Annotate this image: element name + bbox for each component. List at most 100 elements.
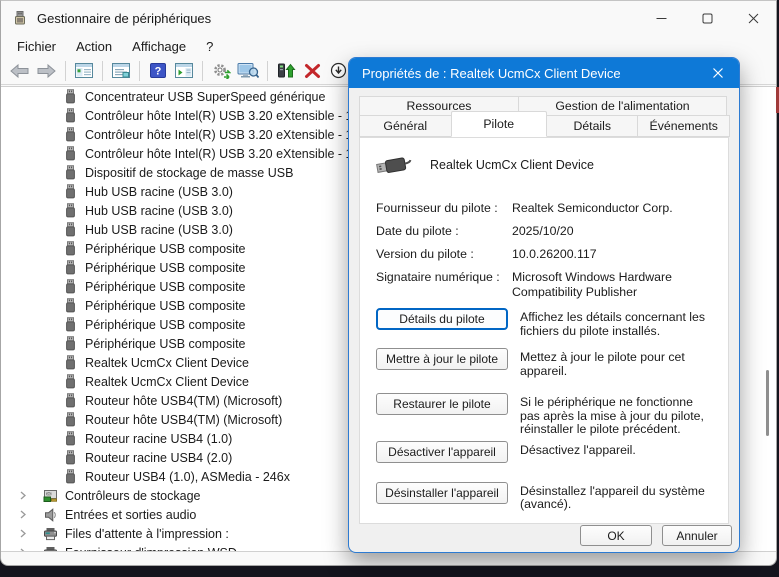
usb-device-icon: [62, 127, 78, 142]
window-title: Gestionnaire de périphériques: [37, 11, 211, 26]
printer-icon: [42, 527, 58, 541]
usb-device-icon: [62, 89, 78, 104]
chevron-right-icon[interactable]: [19, 529, 33, 538]
usb-device-icon: [62, 355, 78, 370]
info-value: 10.0.26200.117: [512, 247, 714, 262]
forward-icon: [36, 63, 57, 79]
console-tree-button[interactable]: [72, 59, 96, 83]
usb-device-icon: [62, 184, 78, 199]
action-row: Désactiver l'appareil Désactivez l'appare…: [376, 441, 714, 463]
cancel-button[interactable]: Annuler: [662, 525, 732, 546]
tab-evenements[interactable]: Événements: [637, 115, 730, 137]
chevron-right-icon[interactable]: [19, 510, 33, 519]
device-manager-icon: [12, 10, 28, 26]
menu-affichage[interactable]: Affichage: [122, 37, 196, 56]
tree-item-label: Files d'attente à l'impression :: [63, 527, 231, 541]
tree-item-label: Contrôleur hôte Intel(R) USB 3.20 eXtens…: [83, 147, 372, 161]
action-row: Détails du pilote Affichez les détails co…: [376, 308, 714, 338]
window-controls: [638, 1, 776, 35]
usb-connector-icon: [376, 155, 412, 175]
ok-button[interactable]: OK: [580, 525, 652, 546]
uninstall-device-icon: [304, 63, 321, 79]
dialog-title: Propriétés de : Realtek UcmCx Client Dev…: [362, 66, 621, 81]
usb-device-icon: [62, 203, 78, 218]
tree-item-label: Routeur racine USB4 (1.0): [83, 432, 234, 446]
usb-device-icon: [62, 374, 78, 389]
usb-device-icon: [62, 108, 78, 123]
action-row: Mettre à jour le pilote Mettez à jour le …: [376, 348, 714, 378]
mettre-a-jour-le-pilote-button[interactable]: Mettre à jour le pilote: [376, 348, 508, 370]
tab-pilote[interactable]: Pilote: [451, 111, 547, 137]
tab-strip: RessourcesGestion de l'alimentation Géné…: [359, 96, 729, 139]
console-tree-icon: [75, 63, 93, 78]
action-description: Désinstallez l'appareil du système (avan…: [520, 482, 714, 512]
properties-dialog: Propriétés de : Realtek UcmCx Client Dev…: [348, 57, 740, 553]
action-row: Désinstaller l'appareil Désinstallez l'ap…: [376, 482, 714, 512]
toolbar-separator: [139, 61, 140, 81]
disable-device-button[interactable]: [326, 59, 350, 83]
back-button[interactable]: [7, 59, 32, 83]
desinstaller-l-appareil-button[interactable]: Désinstaller l'appareil: [376, 482, 508, 504]
action-description: Désactivez l'appareil.: [520, 441, 714, 458]
details-du-pilote-button[interactable]: Détails du pilote: [376, 308, 508, 330]
properties-button[interactable]: [109, 59, 133, 83]
minimize-button[interactable]: [638, 1, 684, 35]
info-value: Realtek Semiconductor Corp.: [512, 201, 714, 216]
tree-item-label: Routeur racine USB4 (2.0): [83, 451, 234, 465]
chevron-right-icon[interactable]: [19, 548, 33, 552]
tree-item-label: Contrôleurs de stockage: [63, 489, 203, 503]
usb-device-icon: [62, 317, 78, 332]
help-button[interactable]: ?: [146, 59, 170, 83]
maximize-button[interactable]: [684, 1, 730, 35]
dialog-close-button[interactable]: [697, 58, 739, 88]
action-pane-button[interactable]: [172, 59, 196, 83]
uninstall-device-button[interactable]: [300, 59, 324, 83]
toolbar-separator: [202, 61, 203, 81]
action-description: Affichez les détails concernant les fich…: [520, 308, 714, 338]
update-driver-button[interactable]: [274, 59, 298, 83]
desactiver-l-appareil-button[interactable]: Désactiver l'appareil: [376, 441, 508, 463]
properties-icon: [112, 63, 130, 78]
device-name: Realtek UcmCx Client Device: [430, 158, 594, 172]
menu-aide[interactable]: ?: [196, 37, 223, 56]
dialog-footer: OK Annuler: [580, 525, 732, 546]
info-value: 2025/10/20: [512, 224, 714, 239]
restaurer-le-pilote-button[interactable]: Restaurer le pilote: [376, 393, 508, 415]
scrollbar-thumb[interactable]: [766, 370, 769, 436]
usb-device-icon: [62, 336, 78, 351]
tree-item-label: Realtek UcmCx Client Device: [83, 356, 251, 370]
help-icon: ?: [150, 63, 166, 78]
scan-hardware-button[interactable]: [209, 59, 233, 83]
tree-item-label: Périphérique USB composite: [83, 318, 248, 332]
tab-details[interactable]: Détails: [546, 115, 639, 137]
usb-device-icon: [62, 165, 78, 180]
tree-scrollbar[interactable]: [763, 287, 773, 531]
tab-general[interactable]: Général: [359, 115, 452, 137]
disable-device-icon: [330, 62, 347, 79]
titlebar: Gestionnaire de périphériques: [1, 1, 776, 35]
dialog-titlebar: Propriétés de : Realtek UcmCx Client Dev…: [349, 58, 739, 88]
storage-controller-icon: [42, 489, 58, 503]
tree-item-label: Périphérique USB composite: [83, 299, 248, 313]
tree-item-label: Hub USB racine (USB 3.0): [83, 223, 235, 237]
action-description: Mettez à jour le pilote pour cet apparei…: [520, 348, 714, 378]
menu-fichier[interactable]: Fichier: [7, 37, 66, 56]
chevron-right-icon[interactable]: [19, 491, 33, 500]
tree-item-label: Entrées et sorties audio: [63, 508, 198, 522]
remote-computer-button[interactable]: [235, 59, 261, 83]
usb-device-icon: [62, 469, 78, 484]
remote-computer-icon: [237, 63, 259, 79]
tree-item-label: Dispositif de stockage de masse USB: [83, 166, 295, 180]
forward-button[interactable]: [34, 59, 59, 83]
usb-device-icon: [62, 241, 78, 256]
tab-gestion-de-l-alimentation[interactable]: Gestion de l'alimentation: [518, 96, 727, 116]
usb-device-icon: [62, 146, 78, 161]
info-label: Fournisseur du pilote :: [376, 201, 512, 216]
back-icon: [9, 63, 30, 79]
menu-action[interactable]: Action: [66, 37, 122, 56]
close-button[interactable]: [730, 1, 776, 35]
info-label: Date du pilote :: [376, 224, 512, 239]
update-driver-icon: [277, 63, 296, 79]
tree-item-label: Routeur hôte USB4(TM) (Microsoft): [83, 413, 284, 427]
svg-text:?: ?: [155, 66, 162, 78]
